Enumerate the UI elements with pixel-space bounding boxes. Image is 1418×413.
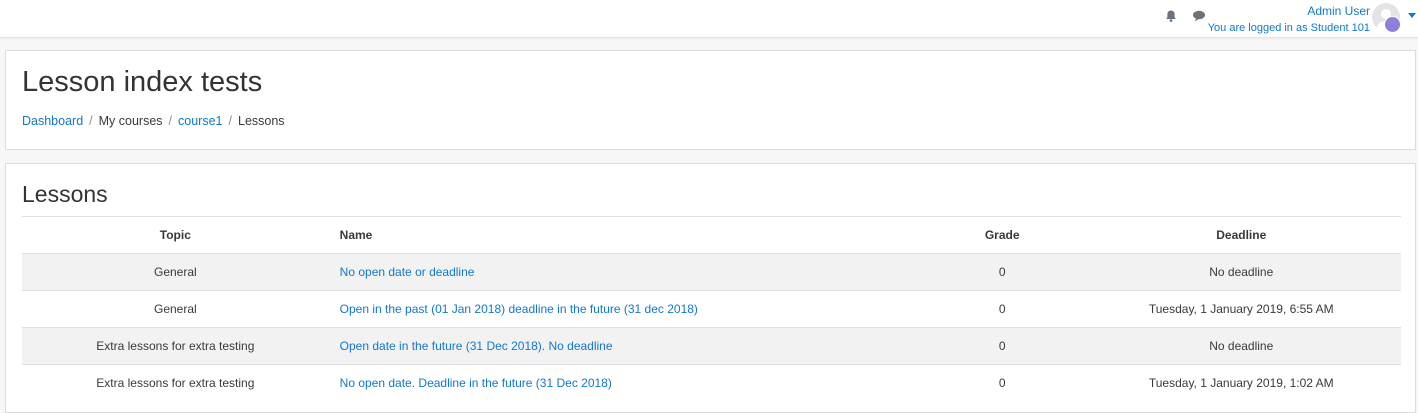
- cell-grade: 0: [922, 253, 1082, 291]
- chevron-down-icon[interactable]: [1408, 13, 1416, 18]
- table-row: Extra lessons for extra testing Open dat…: [22, 327, 1401, 365]
- column-header-topic: Topic: [22, 216, 329, 254]
- cell-topic: General: [22, 290, 329, 328]
- breadcrumb-lessons: Lessons: [238, 114, 285, 128]
- cell-topic: Extra lessons for extra testing: [22, 327, 329, 365]
- cell-name: No open date or deadline: [328, 253, 923, 291]
- column-header-name: Name: [328, 216, 923, 254]
- table-row: Extra lessons for extra testing No open …: [22, 364, 1401, 401]
- logged-in-as-text[interactable]: You are logged in as Student 101: [1208, 21, 1370, 35]
- breadcrumb-separator: /: [228, 114, 232, 128]
- cell-deadline: Tuesday, 1 January 2019, 1:02 AM: [1081, 364, 1401, 401]
- lesson-link[interactable]: No open date. Deadline in the future (31…: [340, 376, 612, 390]
- bell-icon[interactable]: [1164, 9, 1178, 23]
- table-header-row: Topic Name Grade Deadline: [22, 216, 1401, 254]
- table-row: General Open in the past (01 Jan 2018) d…: [22, 290, 1401, 328]
- main-region: Lessons Topic Name Grade Deadline Genera…: [5, 163, 1416, 413]
- cell-name: Open date in the future (31 Dec 2018). N…: [328, 327, 923, 365]
- lessons-table: Topic Name Grade Deadline General No ope…: [22, 216, 1401, 401]
- breadcrumb-dashboard[interactable]: Dashboard: [22, 114, 83, 128]
- lesson-link[interactable]: Open in the past (01 Jan 2018) deadline …: [340, 302, 698, 316]
- lesson-link[interactable]: Open date in the future (31 Dec 2018). N…: [340, 339, 613, 353]
- column-header-grade: Grade: [922, 216, 1082, 254]
- cell-deadline: Tuesday, 1 January 2019, 6:55 AM: [1081, 290, 1401, 328]
- top-navbar: Admin User You are logged in as Student …: [0, 0, 1418, 38]
- breadcrumb-separator: /: [168, 114, 173, 128]
- cell-topic: Extra lessons for extra testing: [22, 364, 329, 401]
- user-menu[interactable]: Admin User You are logged in as Student …: [1208, 4, 1370, 35]
- breadcrumb-course1[interactable]: course1: [178, 114, 222, 128]
- cell-grade: 0: [922, 364, 1082, 401]
- page-header: Lesson index tests Dashboard / My courses /…: [5, 50, 1416, 150]
- breadcrumb-my-courses: My courses: [98, 114, 163, 128]
- page-title: Lesson index tests: [22, 66, 263, 98]
- cell-deadline: No deadline: [1081, 327, 1401, 365]
- user-name[interactable]: Admin User: [1208, 4, 1370, 18]
- column-header-deadline: Deadline: [1081, 216, 1401, 254]
- lesson-link[interactable]: No open date or deadline: [340, 265, 475, 279]
- cell-grade: 0: [922, 327, 1082, 365]
- breadcrumb: Dashboard / My courses / course1 / Lessons: [22, 114, 285, 128]
- table-row: General No open date or deadline 0 No de…: [22, 253, 1401, 291]
- cell-name: Open in the past (01 Jan 2018) deadline …: [328, 290, 923, 328]
- breadcrumb-separator: /: [89, 114, 93, 128]
- cell-name: No open date. Deadline in the future (31…: [328, 364, 923, 401]
- chat-icon[interactable]: [1192, 9, 1206, 23]
- cell-grade: 0: [922, 290, 1082, 328]
- login-as-badge-icon: [1384, 16, 1401, 33]
- section-title: Lessons: [22, 181, 108, 207]
- cell-topic: General: [22, 253, 329, 291]
- cell-deadline: No deadline: [1081, 253, 1401, 291]
